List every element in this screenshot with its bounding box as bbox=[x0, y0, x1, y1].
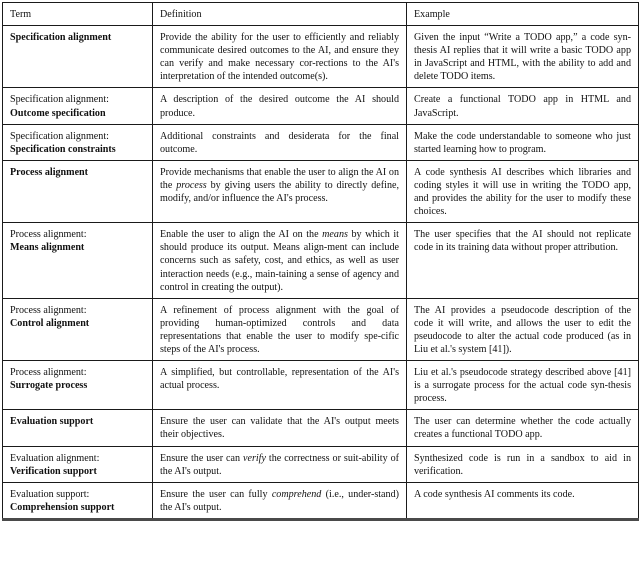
term-cell: Process alignment: Surrogate process bbox=[2, 360, 153, 411]
term-cell: Specification alignment bbox=[2, 25, 153, 89]
table-row: Specification alignment: Outcome specific… bbox=[2, 87, 639, 125]
emphasis-term: means bbox=[322, 229, 348, 241]
term-cell: Evaluation support: Comprehension support bbox=[2, 481, 153, 521]
term-prefix: Specification alignment: bbox=[10, 94, 109, 106]
term-prefix: Evaluation support: bbox=[10, 488, 90, 500]
definition-cell: Ensure the user can verify the correctne… bbox=[152, 445, 407, 483]
term-prefix: Process alignment: bbox=[10, 367, 87, 379]
example-cell: Make the code understandable to someone … bbox=[406, 123, 639, 161]
table-row: Evaluation alignment: Verification suppor… bbox=[2, 445, 639, 483]
column-header-definition: Definition bbox=[152, 1, 407, 27]
definition-cell: Provide the ability for the user to effi… bbox=[152, 25, 407, 89]
table-row: Specification alignment: Specification co… bbox=[2, 123, 639, 161]
emphasis-term: process bbox=[176, 179, 207, 191]
definition-cell: A description of the desired outcome the… bbox=[152, 87, 407, 125]
term-prefix: Evaluation alignment: bbox=[10, 452, 100, 464]
definition-cell: Ensure the user can validate that the AI… bbox=[152, 409, 407, 447]
term-name: Surrogate process bbox=[10, 380, 88, 392]
table-container: Term Definition Example Specification al… bbox=[0, 1, 640, 573]
table-row: Evaluation support Ensure the user can va… bbox=[2, 409, 639, 447]
term-name: Process alignment bbox=[10, 166, 89, 178]
term-cell: Process alignment: Control alignment bbox=[2, 297, 153, 362]
example-cell: A code synthesis AI comments its code. bbox=[406, 481, 639, 521]
term-name: Specification alignment bbox=[10, 32, 112, 44]
table-row: Evaluation support: Comprehension support… bbox=[2, 481, 639, 521]
table-row: Process alignment: Means alignment Enable … bbox=[2, 222, 639, 299]
emphasis-term: comprehend bbox=[271, 488, 322, 500]
example-cell: Synthesized code is run in a sandbox to … bbox=[406, 445, 639, 483]
table-body: Specification alignment Provide the abili… bbox=[2, 25, 639, 521]
term-prefix: Specification alignment: bbox=[10, 130, 109, 142]
column-header-example: Example bbox=[406, 1, 639, 27]
table-row: Process alignment: Control alignment A ref… bbox=[2, 297, 639, 362]
definition-cell: A refinement of process alignment with t… bbox=[152, 297, 407, 362]
term-prefix: Process alignment: bbox=[10, 304, 87, 316]
table-row: Process alignment: Surrogate process A sim… bbox=[2, 360, 639, 411]
table-row: Specification alignment Provide the abili… bbox=[2, 25, 639, 89]
example-cell: A code synthesis AI describes which libr… bbox=[406, 159, 639, 224]
term-cell: Process alignment: Means alignment bbox=[2, 222, 153, 299]
example-cell: Given the input “Write a TODO app,” a co… bbox=[406, 25, 639, 89]
example-cell: The user specifies that the AI should no… bbox=[406, 222, 639, 299]
definition-cell: Ensure the user can fully comprehend (i.… bbox=[152, 481, 407, 521]
term-cell: Specification alignment: Specification co… bbox=[2, 123, 153, 161]
header-row: Term Definition Example bbox=[2, 1, 639, 27]
column-header-term: Term bbox=[2, 1, 153, 27]
emphasis-term: verify bbox=[242, 452, 266, 464]
example-cell: The user can determine whether the code … bbox=[406, 409, 639, 447]
term-name: Comprehension support bbox=[10, 501, 115, 513]
example-cell: The AI provides a pseudocode description… bbox=[406, 297, 639, 362]
term-cell: Evaluation support bbox=[2, 409, 153, 447]
term-name: Verification support bbox=[10, 465, 97, 477]
example-cell: Liu et al.'s pseudocode strategy describ… bbox=[406, 360, 639, 411]
table-header: Term Definition Example bbox=[2, 1, 639, 27]
term-name: Outcome specification bbox=[10, 107, 106, 119]
terminology-table: Term Definition Example Specification al… bbox=[2, 1, 639, 521]
term-prefix: Process alignment: bbox=[10, 229, 87, 241]
term-name: Means alignment bbox=[10, 242, 85, 254]
term-cell: Specification alignment: Outcome specific… bbox=[2, 87, 153, 125]
definition-cell: Provide mechanisms that enable the user … bbox=[152, 159, 407, 224]
term-cell: Process alignment bbox=[2, 159, 153, 224]
example-cell: Create a functional TODO app in HTML and… bbox=[406, 87, 639, 125]
table-row: Process alignment Provide mechanisms that… bbox=[2, 159, 639, 224]
term-cell: Evaluation alignment: Verification suppor… bbox=[2, 445, 153, 483]
term-name: Control alignment bbox=[10, 317, 90, 329]
term-name: Evaluation support bbox=[10, 416, 94, 428]
term-name: Specification constraints bbox=[10, 143, 116, 155]
definition-cell: A simplified, but controllable, represen… bbox=[152, 360, 407, 411]
definition-cell: Additional constraints and desiderata fo… bbox=[152, 123, 407, 161]
definition-cell: Enable the user to align the AI on the m… bbox=[152, 222, 407, 299]
